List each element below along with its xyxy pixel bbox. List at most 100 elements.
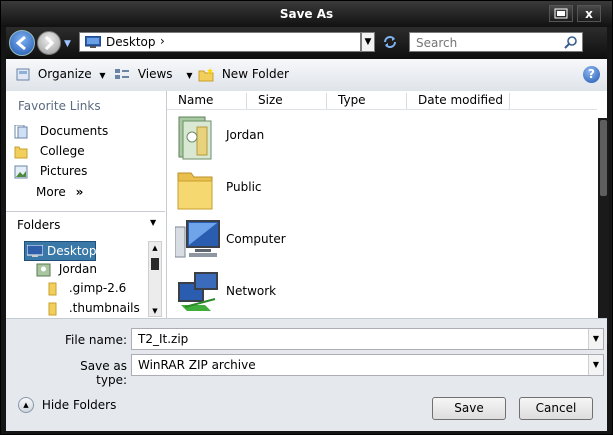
- save-button[interactable]: Save: [432, 397, 506, 420]
- column-type[interactable]: Type: [333, 93, 407, 109]
- column-label: Size: [258, 93, 283, 107]
- favorite-link-label: Pictures: [39, 164, 88, 178]
- documents-icon: [14, 124, 28, 138]
- column-label: Name: [178, 93, 214, 107]
- tree-item-jordan[interactable]: Jordan: [36, 262, 97, 277]
- title-bar[interactable]: Save As x: [1, 1, 612, 27]
- tree-item-desktop[interactable]: Desktop: [24, 241, 97, 261]
- more-links-button[interactable]: More »: [36, 185, 83, 199]
- organize-menu[interactable]: Organize ▼: [16, 67, 106, 81]
- navigation-pane: Favorite Links Documents College Picture…: [6, 91, 167, 318]
- close-button[interactable]: x: [577, 5, 601, 22]
- tree-item-label: .thumbnails: [68, 301, 140, 315]
- favorite-link-college[interactable]: College: [14, 144, 85, 159]
- dialog-client: ▼ Desktop › ▼ Organize ▼ V: [6, 27, 609, 431]
- tree-item-label: Jordan: [58, 262, 98, 276]
- computer-icon: [174, 220, 220, 258]
- tree-scrollbar[interactable]: ▲ ▼: [148, 241, 162, 317]
- search-field[interactable]: [409, 32, 583, 52]
- favorite-links-heading: Favorite Links: [18, 99, 101, 113]
- folder-icon: [48, 302, 57, 315]
- file-item-network[interactable]: Network: [175, 269, 276, 315]
- file-item-label: Computer: [226, 232, 286, 246]
- command-bar: Organize ▼ Views ▼ New Folder ?: [6, 59, 607, 92]
- favorite-link-pictures[interactable]: Pictures: [14, 164, 87, 179]
- views-label: Views: [137, 67, 173, 81]
- forward-button[interactable]: [37, 31, 61, 55]
- column-date-modified[interactable]: Date modified: [413, 93, 510, 109]
- more-label: More: [36, 185, 66, 199]
- address-chevron[interactable]: ›: [160, 34, 165, 48]
- scrollbar-thumb[interactable]: [151, 258, 159, 270]
- views-dropdown-icon: ▼: [186, 71, 193, 80]
- new-folder-label: New Folder: [221, 67, 289, 81]
- more-chevron-icon: »: [75, 185, 84, 199]
- save-type-label: Save as type:: [80, 359, 127, 387]
- cancel-button[interactable]: Cancel: [519, 397, 593, 420]
- file-list-scrollbar[interactable]: [598, 118, 609, 344]
- address-location[interactable]: Desktop: [106, 35, 156, 49]
- new-folder-icon: [198, 67, 214, 81]
- restore-icon: [554, 8, 568, 19]
- column-headers: Name Size Type Date modified: [167, 91, 597, 110]
- column-label: Type: [338, 93, 366, 107]
- folder-icon: [48, 282, 57, 295]
- address-dropdown-button[interactable]: ▼: [361, 32, 375, 52]
- favorite-link-label: College: [39, 144, 85, 158]
- file-name-value[interactable]: T2_It.zip: [138, 332, 188, 346]
- file-item-label: Public: [226, 180, 262, 194]
- hide-folders-label: Hide Folders: [41, 397, 117, 412]
- folder-tree: Desktop Jordan .gimp-2.6 .thumbnails: [6, 237, 149, 318]
- organize-icon: [16, 68, 30, 81]
- forward-arrow-icon: [44, 35, 55, 51]
- folder-icon: [14, 146, 28, 158]
- chevron-up-icon: ▲: [18, 397, 34, 413]
- folders-header[interactable]: Folders ▼: [6, 211, 165, 237]
- organize-dropdown-icon: ▼: [99, 71, 106, 80]
- file-item-label: Network: [226, 284, 277, 298]
- user-folder-icon: [36, 263, 51, 276]
- tree-item-thumbnails[interactable]: .thumbnails: [48, 301, 140, 316]
- user-folder-icon: [178, 116, 212, 160]
- save-options-panel: File name: T2_It.zip ▼ Save as type: Win…: [6, 318, 607, 431]
- file-item-label: Jordan: [226, 128, 265, 142]
- folders-collapse-icon[interactable]: ▼: [150, 218, 156, 227]
- help-button[interactable]: ?: [583, 66, 600, 83]
- tree-item-label: .gimp-2.6: [68, 281, 127, 295]
- file-list: Name Size Type Date modified Jordan Publ…: [167, 91, 607, 318]
- restore-button[interactable]: [549, 5, 573, 22]
- save-type-dropdown-icon[interactable]: ▼: [588, 355, 603, 375]
- recent-pages-dropdown[interactable]: ▼: [64, 39, 71, 49]
- search-input[interactable]: [414, 34, 558, 52]
- scroll-down-icon[interactable]: ▼: [150, 307, 160, 315]
- network-icon: [178, 272, 218, 311]
- file-name-dropdown-icon[interactable]: ▼: [588, 329, 603, 349]
- back-button[interactable]: [9, 30, 35, 56]
- file-item-jordan[interactable]: Jordan: [175, 113, 264, 160]
- scrollbar-thumb[interactable]: [600, 120, 607, 196]
- save-type-value[interactable]: WinRAR ZIP archive: [138, 358, 256, 372]
- file-item-computer[interactable]: Computer: [174, 217, 286, 263]
- column-name[interactable]: Name: [175, 93, 247, 109]
- file-item-public[interactable]: Public: [175, 165, 262, 211]
- favorite-link-documents[interactable]: Documents: [14, 124, 108, 139]
- views-icon: [115, 69, 129, 79]
- desktop-icon: [85, 36, 101, 48]
- back-arrow-icon: [15, 35, 26, 51]
- save-as-dialog: Save As x ▼ Desktop › ▼ Search Organize …: [0, 0, 613, 435]
- search-icon[interactable]: [564, 35, 578, 49]
- column-size[interactable]: Size: [253, 93, 327, 109]
- scroll-up-icon[interactable]: ▲: [150, 244, 160, 252]
- views-menu[interactable]: Views ▼: [114, 67, 193, 81]
- organize-label: Organize: [37, 67, 92, 81]
- folder-icon: [177, 172, 213, 210]
- refresh-button[interactable]: [382, 34, 398, 53]
- hide-folders-button[interactable]: ▲ Hide Folders: [18, 397, 116, 413]
- file-name-field[interactable]: T2_It.zip ▼: [131, 328, 604, 350]
- address-field[interactable]: Desktop ›: [79, 32, 361, 52]
- new-folder-button[interactable]: New Folder: [198, 67, 289, 82]
- save-type-select[interactable]: WinRAR ZIP archive ▼: [131, 354, 604, 376]
- tree-item-gimp[interactable]: .gimp-2.6: [48, 281, 126, 296]
- refresh-icon: [384, 36, 396, 48]
- file-name-label: File name:: [65, 333, 127, 347]
